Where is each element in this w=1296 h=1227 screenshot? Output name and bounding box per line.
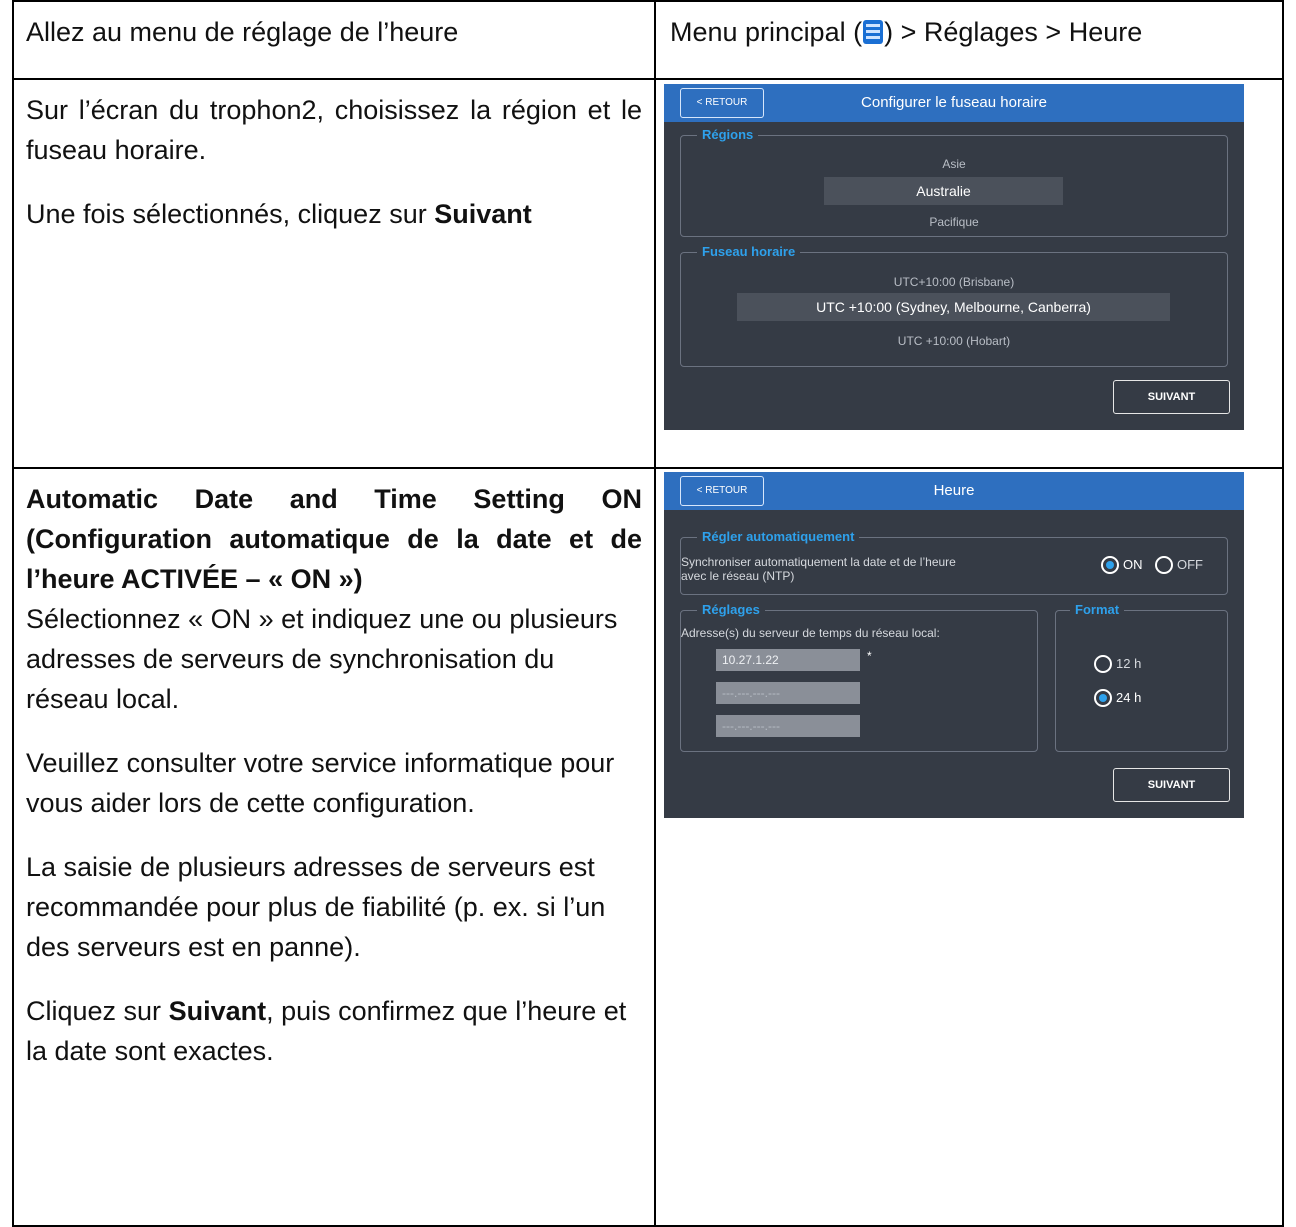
- ntp-server-2-input[interactable]: ---.---.---.---: [716, 682, 860, 704]
- timezone-option-selected[interactable]: UTC +10:00 (Sydney, Melbourne, Canberra): [737, 293, 1170, 321]
- auto-sync-description: Synchroniser automatiquement la date et …: [681, 555, 956, 583]
- ntp-instruction: Sélectionnez « ON » et indiquez une ou p…: [26, 604, 618, 714]
- ntp-server-3-input[interactable]: ---.---.---.---: [716, 715, 860, 737]
- required-asterisk: *: [867, 649, 872, 663]
- row3-left-cell: Automatic Date and Time Setting ON (Conf…: [12, 467, 656, 1227]
- auto-sync-group: Régler automatiquement Synchroniser auto…: [680, 529, 1228, 595]
- format-legend: Format: [1070, 602, 1125, 618]
- section-heading: Automatic Date and Time Setting ON (Conf…: [26, 484, 642, 594]
- format-12h-label: 12 h: [1116, 656, 1142, 671]
- region-option-selected[interactable]: Australie: [824, 177, 1063, 205]
- row2-left-cell: Sur l’écran du trophon2, choisissez la r…: [12, 78, 656, 469]
- timezone-option[interactable]: UTC +10:00 (Hobart): [681, 334, 1227, 348]
- regions-group: Régions Asie Australie Pacifique: [680, 127, 1228, 237]
- auto-off-radio[interactable]: [1155, 556, 1173, 574]
- auto-off-label: OFF: [1177, 557, 1203, 572]
- back-button[interactable]: < RETOUR: [680, 88, 764, 118]
- it-service-note: Veuillez consulter votre service informa…: [26, 748, 615, 818]
- region-instruction: Sur l’écran du trophon2, choisissez la r…: [26, 95, 642, 165]
- hamburger-menu-icon: [863, 20, 884, 44]
- settings-group: Réglages Adresse(s) du serveur de temps …: [680, 602, 1038, 752]
- timezone-screen: Configurer le fuseau horaire < RETOUR Ré…: [664, 84, 1244, 430]
- row1-right-cell: Menu principal () > Réglages > Heure: [654, 0, 1284, 80]
- auto-on-label: ON: [1123, 557, 1143, 572]
- confirm-instruction: Cliquez sur Suivant, puis confirmez que …: [26, 996, 627, 1066]
- timezone-group: Fuseau horaire UTC+10:00 (Brisbane) UTC …: [680, 244, 1228, 367]
- back-button[interactable]: < RETOUR: [680, 476, 764, 506]
- format-group: Format 12 h 24 h: [1055, 602, 1228, 752]
- format-24h-label: 24 h: [1116, 690, 1142, 705]
- region-option[interactable]: Pacifique: [681, 215, 1227, 229]
- regions-legend: Régions: [697, 127, 759, 143]
- region-option[interactable]: Asie: [681, 157, 1227, 171]
- next-button[interactable]: SUIVANT: [1113, 768, 1230, 802]
- timezone-legend: Fuseau horaire: [697, 244, 801, 260]
- next-button[interactable]: SUIVANT: [1113, 380, 1230, 414]
- auto-sync-legend: Régler automatiquement: [697, 529, 860, 545]
- row1-left-cell: Allez au menu de réglage de l’heure: [12, 0, 656, 80]
- time-screen: Heure < RETOUR Régler automatiquement Sy…: [664, 472, 1244, 818]
- format-12h-radio[interactable]: [1094, 655, 1112, 673]
- format-24h-radio[interactable]: [1094, 689, 1112, 707]
- next-instruction: Une fois sélectionnés, cliquez sur Suiva…: [26, 199, 532, 229]
- menu-path: Menu principal () > Réglages > Heure: [670, 17, 1143, 47]
- reliability-note: La saisie de plusieurs adresses de serve…: [26, 852, 606, 962]
- settings-legend: Réglages: [697, 602, 765, 618]
- ntp-server-1-input[interactable]: 10.27.1.22: [716, 649, 860, 671]
- auto-on-radio[interactable]: [1101, 556, 1119, 574]
- row1-instruction: Allez au menu de réglage de l’heure: [26, 17, 459, 47]
- timezone-option[interactable]: UTC+10:00 (Brisbane): [681, 275, 1227, 289]
- server-address-label: Adresse(s) du serveur de temps du réseau…: [681, 626, 940, 640]
